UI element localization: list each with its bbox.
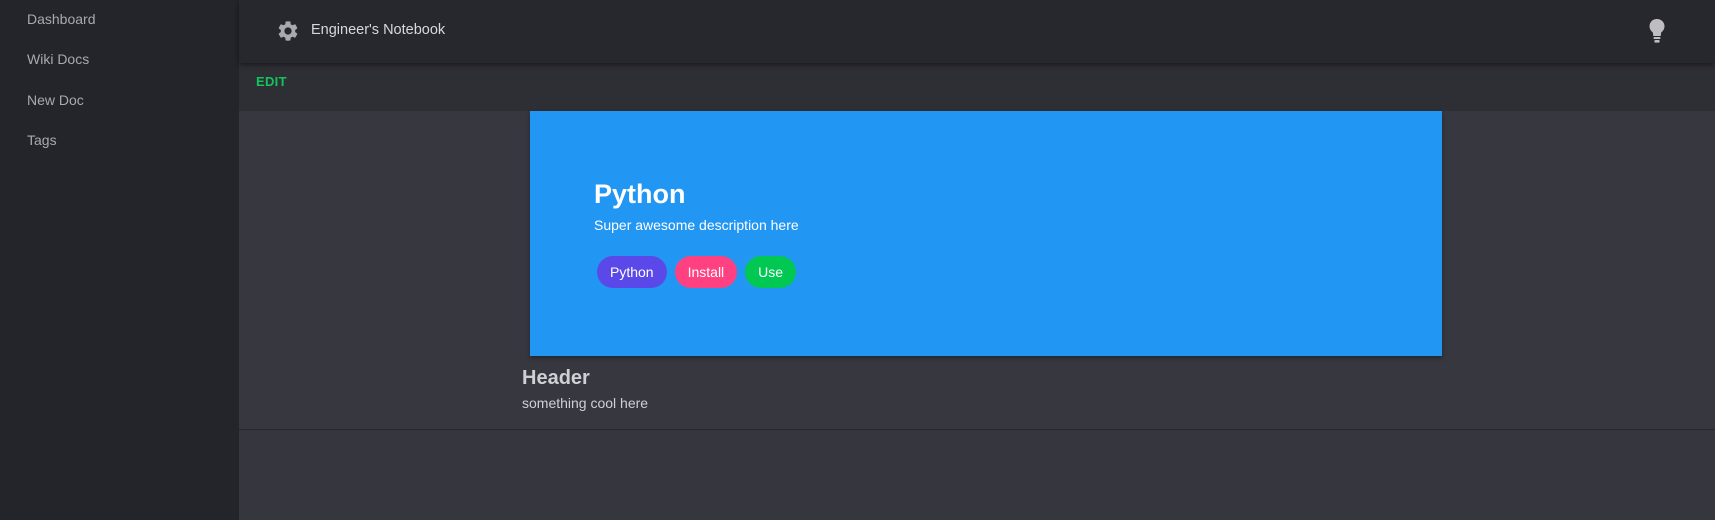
edit-toolbar: EDIT [239, 63, 1715, 111]
gear-icon[interactable] [276, 19, 300, 43]
edit-button[interactable]: EDIT [256, 74, 287, 89]
doc-title: Python [594, 179, 686, 209]
section-header: Header [522, 367, 590, 389]
top-app-bar: Engineer's Notebook [239, 0, 1715, 63]
sidebar-item-wiki-docs[interactable]: Wiki Docs [27, 51, 89, 67]
sidebar-item-dashboard[interactable]: Dashboard [27, 11, 96, 27]
app-root: Dashboard Wiki Docs New Doc Tags Enginee… [0, 0, 1715, 520]
section-body-text: something cool here [522, 395, 649, 411]
sidebar-item-new-doc[interactable]: New Doc [27, 92, 84, 108]
tag-chip-list: Python Install Use [597, 256, 797, 288]
sidebar-item-tags[interactable]: Tags [27, 132, 57, 148]
sidebar: Dashboard Wiki Docs New Doc Tags [0, 0, 239, 520]
lightbulb-icon[interactable] [1646, 18, 1668, 44]
doc-description: Super awesome description here [594, 217, 799, 233]
app-title: Engineer's Notebook [311, 22, 446, 38]
doc-hero-card: Python Super awesome description here Py… [530, 111, 1442, 356]
tag-chip-use[interactable]: Use [745, 256, 797, 288]
doc-content: Python Super awesome description here Py… [239, 111, 1715, 430]
tag-chip-install[interactable]: Install [674, 256, 738, 288]
tag-chip-python[interactable]: Python [597, 256, 667, 288]
